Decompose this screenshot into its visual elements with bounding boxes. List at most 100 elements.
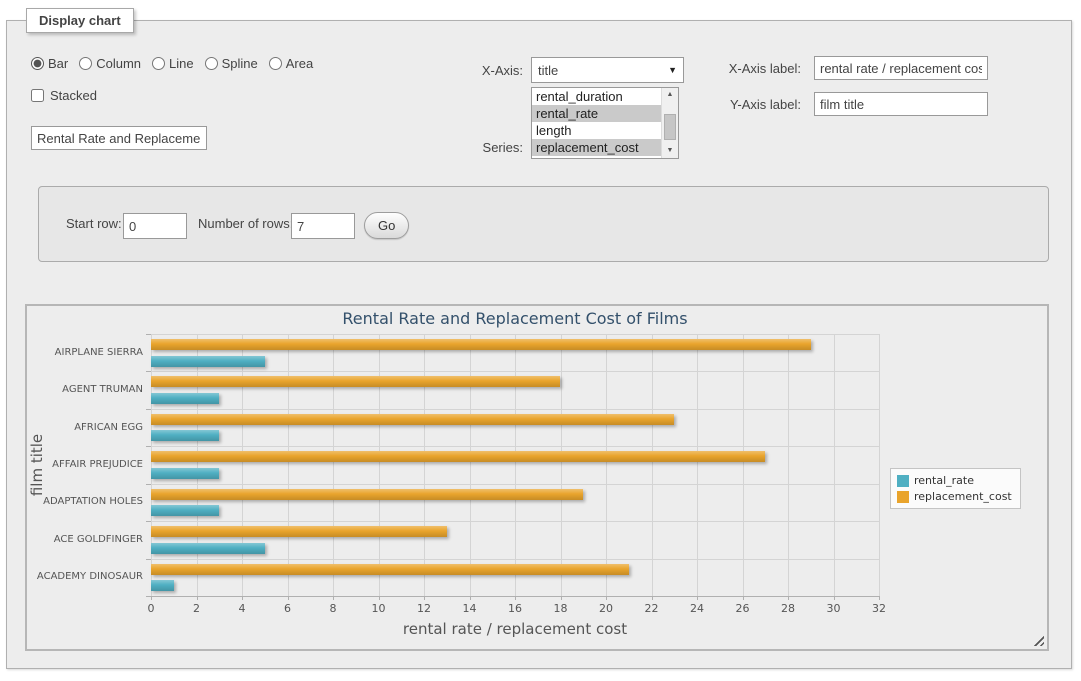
gridline-vertical [834, 334, 835, 596]
y-tick-mark [146, 371, 151, 372]
gridline-horizontal [151, 559, 879, 560]
bar-rental_rate [151, 580, 174, 591]
bar-replacement_cost [151, 451, 765, 462]
gridline-horizontal [151, 371, 879, 372]
x-tick-label: 4 [227, 602, 257, 615]
radio-bar[interactable] [31, 57, 44, 70]
bar-replacement_cost [151, 526, 447, 537]
fieldset-legend: Display chart [26, 8, 134, 33]
series-option-rental_duration[interactable]: rental_duration [532, 88, 661, 105]
x-tick-label: 6 [273, 602, 303, 615]
go-button[interactable]: Go [364, 212, 409, 239]
bar-replacement_cost [151, 339, 811, 350]
x-tick-label: 22 [637, 602, 667, 615]
y-tick-mark [146, 409, 151, 410]
x-axis-select-label: X-Axis: [482, 63, 523, 78]
bar-rental_rate [151, 393, 219, 404]
gridline-vertical [515, 334, 516, 596]
gridline-vertical [743, 334, 744, 596]
category-label: AGENT TRUMAN [29, 384, 143, 396]
gridline-vertical [424, 334, 425, 596]
gridline-vertical [652, 334, 653, 596]
gridline-horizontal [151, 446, 879, 447]
chart-type-option-area[interactable]: Area [269, 56, 313, 71]
series-option-length[interactable]: length [532, 122, 661, 139]
x-tick-label: 18 [546, 602, 576, 615]
bar-rental_rate [151, 356, 265, 367]
x-tick-mark [879, 596, 880, 600]
gridline-horizontal [151, 484, 879, 485]
category-label: AIRPLANE SIERRA [29, 347, 143, 359]
series-option-rental_rate[interactable]: rental_rate [532, 105, 661, 122]
legend-label: replacement_cost [914, 490, 1012, 503]
gridline-vertical [151, 334, 152, 596]
chart-type-label: Spline [222, 56, 258, 71]
gridline-vertical [879, 334, 880, 596]
chart-type-label: Line [169, 56, 194, 71]
x-tick-label: 30 [819, 602, 849, 615]
radio-spline[interactable] [205, 57, 218, 70]
chart-type-radio-group: Bar Column Line Spline Area [31, 56, 313, 71]
gridline-vertical [379, 334, 380, 596]
x-tick-label: 2 [182, 602, 212, 615]
scroll-up-icon[interactable]: ▲ [662, 88, 678, 102]
x-axis-select-value: title [538, 63, 558, 78]
stacked-option[interactable]: Stacked [31, 88, 97, 103]
stacked-label: Stacked [50, 88, 97, 103]
x-axis-select[interactable]: title ▼ [531, 57, 684, 83]
start-row-input[interactable] [123, 213, 187, 239]
category-label: AFFAIR PREJUDICE [29, 459, 143, 471]
y-tick-mark [146, 446, 151, 447]
x-tick-label: 32 [864, 602, 894, 615]
bar-replacement_cost [151, 489, 583, 500]
gridline-horizontal [151, 409, 879, 410]
category-label: ACADEMY DINOSAUR [29, 571, 143, 583]
x-tick-label: 16 [500, 602, 530, 615]
chart-type-option-column[interactable]: Column [79, 56, 141, 71]
bar-rental_rate [151, 505, 219, 516]
category-label: AFRICAN EGG [29, 422, 143, 434]
rental_rate-swatch-icon [897, 475, 909, 487]
radio-column[interactable] [79, 57, 92, 70]
scroll-down-icon[interactable]: ▼ [662, 144, 678, 158]
gridline-vertical [288, 334, 289, 596]
gridline-vertical [197, 334, 198, 596]
y-tick-mark [146, 521, 151, 522]
x-tick-label: 12 [409, 602, 439, 615]
x-tick-label: 28 [773, 602, 803, 615]
legend-item-replacement_cost[interactable]: replacement_cost [897, 490, 1012, 503]
scrollbar-thumb[interactable] [664, 114, 676, 140]
x-tick-label: 20 [591, 602, 621, 615]
chart-type-label: Bar [48, 56, 68, 71]
gridline-vertical [606, 334, 607, 596]
bar-replacement_cost [151, 414, 674, 425]
resize-handle-icon[interactable] [1033, 635, 1044, 646]
series-multiselect[interactable]: rental_durationrental_ratelengthreplacem… [531, 87, 679, 159]
chart-type-option-spline[interactable]: Spline [205, 56, 258, 71]
x-tick-label: 26 [728, 602, 758, 615]
x-axis-line [151, 596, 879, 597]
num-rows-label: Number of rows: [198, 216, 293, 231]
bar-rental_rate [151, 430, 219, 441]
y-axis-label-input[interactable] [814, 92, 988, 116]
series-option-replacement_cost[interactable]: replacement_cost [532, 139, 661, 156]
legend-item-rental_rate[interactable]: rental_rate [897, 474, 1012, 487]
y-axis-label-label: Y-Axis label: [730, 97, 801, 112]
num-rows-input[interactable] [291, 213, 355, 239]
series-scrollbar[interactable]: ▲ ▼ [661, 88, 678, 158]
x-tick-label: 14 [455, 602, 485, 615]
chart-type-option-line[interactable]: Line [152, 56, 194, 71]
chart-title-input[interactable] [31, 126, 207, 150]
stacked-checkbox[interactable] [31, 89, 44, 102]
chart-container: Rental Rate and Replacement Cost of Film… [25, 304, 1049, 651]
gridline-vertical [242, 334, 243, 596]
bar-rental_rate [151, 543, 265, 554]
chart-type-option-bar[interactable]: Bar [31, 56, 68, 71]
x-axis-label-input[interactable] [814, 56, 988, 80]
gridline-vertical [470, 334, 471, 596]
radio-area[interactable] [269, 57, 282, 70]
bar-replacement_cost [151, 376, 560, 387]
radio-line[interactable] [152, 57, 165, 70]
chart-type-label: Column [96, 56, 141, 71]
start-row-label: Start row: [66, 216, 122, 231]
